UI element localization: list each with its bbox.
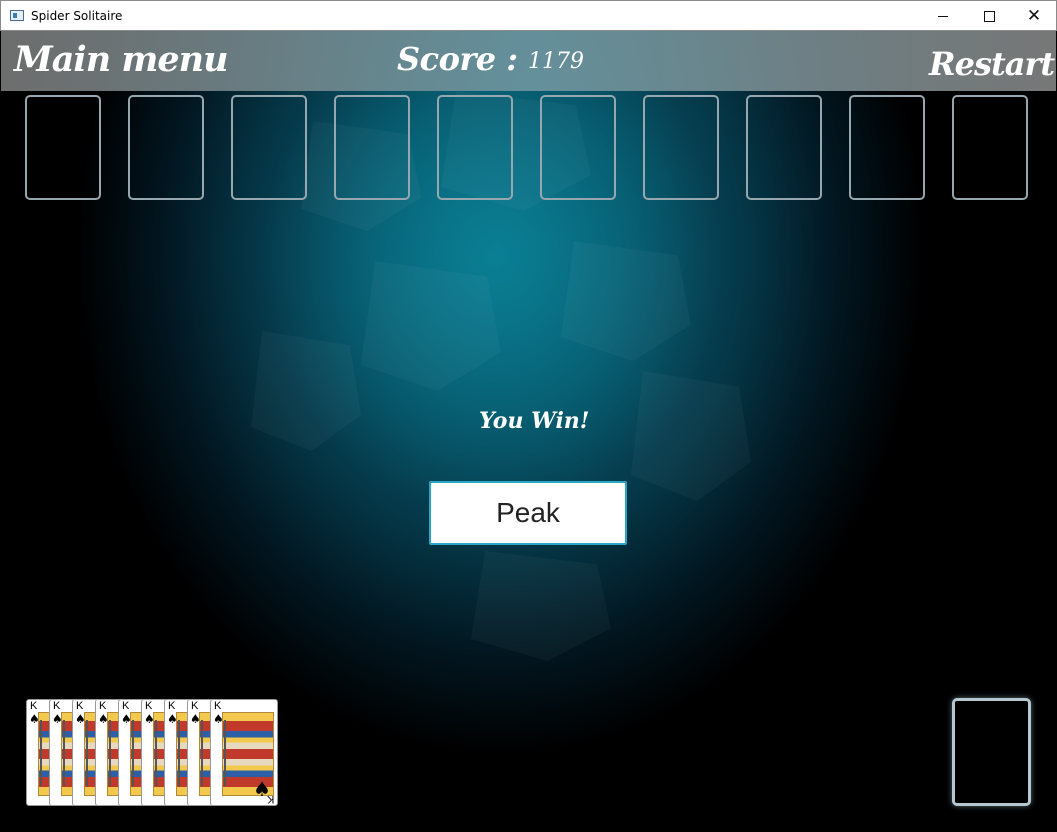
card-rank: K <box>99 700 107 712</box>
sword-icon <box>63 720 65 786</box>
win-message: You Win! <box>479 408 590 434</box>
header-bar: Main menu Score : 1179 Restart <box>1 31 1056 91</box>
score-value: 1179 <box>528 49 584 74</box>
maximize-button[interactable] <box>966 1 1012 31</box>
game-board: Main menu Score : 1179 Restart You Win! … <box>1 31 1056 831</box>
minimize-button[interactable] <box>920 1 966 31</box>
window-titlebar: Spider Solitaire ✕ <box>0 0 1057 31</box>
tableau-slot[interactable] <box>540 95 616 200</box>
card-rank: K <box>122 700 130 712</box>
background-facet <box>631 371 751 501</box>
sword-icon <box>201 720 203 786</box>
peak-button[interactable]: Peak <box>429 481 627 545</box>
completed-stack: K ♠ K ♠ K ♠ K ♠ K ♠ K ♠ K ♠ K ♠ K ♠ ♠ K <box>26 699 281 806</box>
card-rank: K <box>191 700 199 712</box>
background-facet <box>361 261 501 391</box>
sword-icon <box>224 720 226 786</box>
close-button[interactable]: ✕ <box>1011 1 1057 31</box>
card-rank: K <box>214 700 222 712</box>
tableau-slot[interactable] <box>25 95 101 200</box>
background-facet <box>561 241 691 361</box>
sword-icon <box>109 720 111 786</box>
tableau-slot[interactable] <box>128 95 204 200</box>
card-rank: K <box>168 700 176 712</box>
tableau-slot[interactable] <box>437 95 513 200</box>
sword-icon <box>40 720 42 786</box>
close-icon: ✕ <box>1026 5 1042 26</box>
score-label: Score : <box>397 40 518 78</box>
tableau-slot[interactable] <box>334 95 410 200</box>
tableau-slot[interactable] <box>849 95 925 200</box>
minimize-icon <box>938 15 948 17</box>
app-icon <box>10 10 24 21</box>
tableau-slot[interactable] <box>746 95 822 200</box>
background-facet <box>251 331 361 451</box>
tableau-slot[interactable] <box>643 95 719 200</box>
king-of-spades-card: K ♠ ♠ K <box>210 699 278 806</box>
window-title: Spider Solitaire <box>31 9 123 23</box>
card-rank: K <box>53 700 61 712</box>
tableau-slot[interactable] <box>231 95 307 200</box>
card-rank: K <box>145 700 153 712</box>
sword-icon <box>132 720 134 786</box>
card-rank: K <box>76 700 84 712</box>
sword-icon <box>155 720 157 786</box>
stock-pile[interactable] <box>952 698 1031 806</box>
restart-button[interactable]: Restart <box>929 45 1055 83</box>
background-facet <box>471 551 611 661</box>
maximize-icon <box>983 10 995 22</box>
sword-icon <box>178 720 180 786</box>
card-rank: K <box>30 700 38 712</box>
sword-icon <box>86 720 88 786</box>
tableau-slot[interactable] <box>952 95 1028 200</box>
main-menu-button[interactable]: Main menu <box>14 39 229 80</box>
card-rank: K <box>266 793 274 805</box>
